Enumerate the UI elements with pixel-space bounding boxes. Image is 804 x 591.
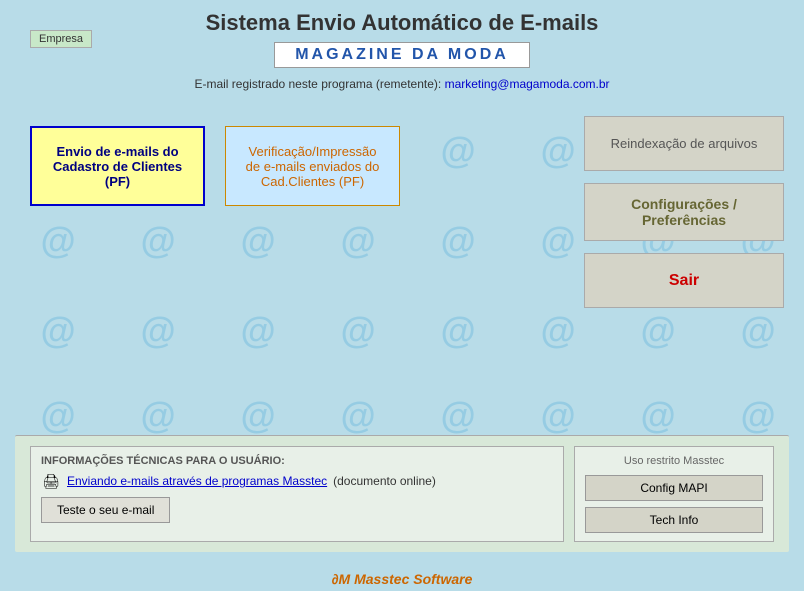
doc-link[interactable]: Enviando e-mails através de programas Ma… [67, 474, 327, 488]
main-container: Empresa Sistema Envio Automático de E-ma… [0, 0, 804, 591]
email-label: E-mail registrado neste programa (remete… [194, 77, 441, 91]
left-section: Envio de e-mails do Cadastro de Clientes… [20, 106, 574, 425]
header: Empresa Sistema Envio Automático de E-ma… [0, 0, 804, 96]
send-emails-button[interactable]: Envio de e-mails do Cadastro de Clientes… [30, 126, 205, 206]
email-address[interactable]: marketing@magamoda.com.br [445, 77, 610, 91]
doc-note: (documento online) [333, 474, 436, 488]
footer-logo-text: Masstec Software [354, 571, 472, 587]
footer: ∂M Masstec Software [0, 567, 804, 591]
buttons-row: Envio de e-mails do Cadastro de Clientes… [20, 106, 574, 226]
config-button[interactable]: Configurações / Preferências [584, 183, 784, 241]
tech-info-button[interactable]: Tech Info [585, 507, 763, 533]
company-name-box: MAGAZINE DA MODA [274, 42, 530, 68]
config-mapi-button[interactable]: Config MAPI [585, 475, 763, 501]
bottom-left-panel: INFORMAÇÕES TÉCNICAS PARA O USUÁRIO: 🖨 E… [30, 446, 564, 542]
footer-logo: ∂M Masstec Software [332, 571, 473, 587]
info-title: INFORMAÇÕES TÉCNICAS PARA O USUÁRIO: [41, 455, 553, 467]
page-title: Sistema Envio Automático de E-mails [20, 10, 784, 36]
company-name: MAGAZINE DA MODA [295, 46, 509, 63]
footer-logo-symbol: ∂M [332, 571, 351, 587]
content-area: Envio de e-mails do Cadastro de Clientes… [0, 96, 804, 435]
printer-icon: 🖨 [41, 473, 61, 489]
right-section: Reindexação de arquivos Configurações / … [584, 106, 784, 425]
sair-button[interactable]: Sair [584, 253, 784, 308]
test-email-button[interactable]: Teste o seu e-mail [41, 497, 170, 523]
reindex-button[interactable]: Reindexação de arquivos [584, 116, 784, 171]
email-info: E-mail registrado neste programa (remete… [20, 77, 784, 91]
empresa-button[interactable]: Empresa [30, 30, 92, 48]
verify-emails-button[interactable]: Verificação/Impressão de e-mails enviado… [225, 126, 400, 206]
bottom-right-panel: Uso restrito Masstec Config MAPI Tech In… [574, 446, 774, 542]
bottom-bar: INFORMAÇÕES TÉCNICAS PARA O USUÁRIO: 🖨 E… [15, 435, 789, 552]
doc-link-row: 🖨 Enviando e-mails através de programas … [41, 473, 553, 489]
restricted-label: Uso restrito Masstec [585, 455, 763, 467]
